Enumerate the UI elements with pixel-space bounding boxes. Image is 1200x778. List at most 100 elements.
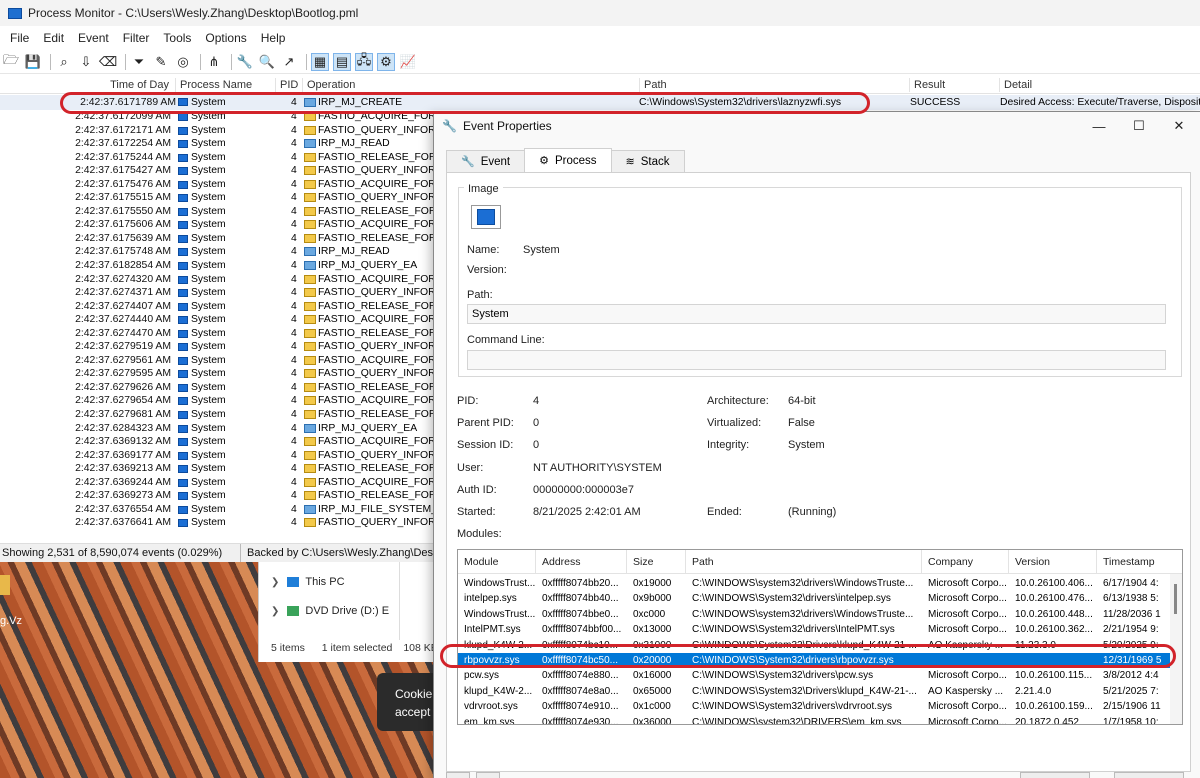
col-result[interactable]: Result xyxy=(910,78,1000,92)
mod-col-version[interactable]: Version xyxy=(1009,550,1097,574)
col-path[interactable]: Path xyxy=(640,78,910,92)
copy-all-button[interactable] xyxy=(1020,772,1090,778)
event-row[interactable]: 2:42:37.6274470 AM System 4 FASTIO_RELEASE_… xyxy=(0,327,433,341)
event-row[interactable]: 2:42:37.6175550 AM System 4 FASTIO_RELEASE_… xyxy=(0,205,433,219)
mod-col-size[interactable]: Size xyxy=(627,550,686,574)
menu-tools[interactable]: Tools xyxy=(156,31,198,45)
ok-button[interactable] xyxy=(1114,772,1184,778)
event-row[interactable]: 2:42:37.6172254 AM System 4 IRP_MJ_READ xyxy=(0,137,433,151)
nav-this-pc[interactable]: ❯ This PC xyxy=(271,576,345,588)
module-row[interactable]: IntelPMT.sys 0xfffff8074bbf00... 0x13000 C:… xyxy=(458,622,1172,637)
properties-icon[interactable]: 🔧 xyxy=(236,53,254,71)
event-row[interactable]: 2:42:37.6172171 AM System 4 FASTIO_QUERY_IN… xyxy=(0,124,433,138)
event-row[interactable]: 2:42:37.6175515 AM System 4 FASTIO_QUERY_IN… xyxy=(0,191,433,205)
event-row[interactable]: 2:42:37.6274371 AM System 4 FASTIO_QUERY_IN… xyxy=(0,286,433,300)
menu-filter[interactable]: Filter xyxy=(116,31,157,45)
event-row[interactable]: 2:42:37.6376641 AM System 4 FASTIO_QUERY_IN… xyxy=(0,516,433,528)
find-icon[interactable]: 🔍 xyxy=(258,53,276,71)
modules-scrollbar[interactable] xyxy=(1170,574,1182,724)
event-row[interactable]: 2:42:37.6279561 AM System 4 FASTIO_ACQUIRE_… xyxy=(0,354,433,368)
module-row[interactable]: WindowsTrust... 0xfffff8074bbe0... 0xc000 C… xyxy=(458,607,1172,622)
autoscroll-icon[interactable]: ⇩ xyxy=(77,53,95,71)
clear-icon[interactable]: ⌫ xyxy=(99,53,117,71)
event-row[interactable]: 2:42:37.6369273 AM System 4 FASTIO_RELEASE_… xyxy=(0,489,433,503)
save-icon[interactable]: 💾 xyxy=(24,53,42,71)
event-row[interactable]: 2:42:37.6274320 AM System 4 FASTIO_ACQUIRE_… xyxy=(0,273,433,287)
event-row[interactable]: 2:42:37.6279681 AM System 4 FASTIO_RELEASE_… xyxy=(0,408,433,422)
filter-icon[interactable]: ⏷ xyxy=(130,53,148,71)
event-row[interactable]: 2:42:37.6369213 AM System 4 FASTIO_RELEASE_… xyxy=(0,462,433,476)
command-line-field[interactable] xyxy=(467,350,1166,370)
col-detail[interactable]: Detail xyxy=(1000,78,1200,92)
capture-icon[interactable]: ⌕ xyxy=(55,53,73,71)
process-thread-icon[interactable]: ⚙ xyxy=(377,52,395,71)
event-list[interactable]: 2:42:37.6172099 AM System 4 FASTIO_ACQUIRE_… xyxy=(0,110,433,528)
chevron-right-icon[interactable]: ❯ xyxy=(271,577,279,588)
event-row[interactable]: 2:42:37.6175606 AM System 4 FASTIO_ACQUIRE_… xyxy=(0,218,433,232)
menu-edit[interactable]: Edit xyxy=(36,31,71,45)
event-row[interactable]: 2:42:37.6182854 AM System 4 IRP_MJ_QUERY_EA xyxy=(0,259,433,273)
maximize-button[interactable]: ☐ xyxy=(1129,117,1149,135)
event-row[interactable]: 2:42:37.6279654 AM System 4 FASTIO_ACQUIRE_… xyxy=(0,394,433,408)
modules-table[interactable]: Module Address Size Path Company Version… xyxy=(457,549,1183,725)
tab-process[interactable]: ⚙ Process xyxy=(524,148,612,172)
menu-file[interactable]: File xyxy=(3,31,36,45)
module-row[interactable]: vdrvroot.sys 0xfffff8074e910... 0x1c000 C:\… xyxy=(458,699,1172,714)
module-row[interactable]: WindowsTrust... 0xfffff8074bb20... 0x19000… xyxy=(458,576,1172,591)
menu-help[interactable]: Help xyxy=(254,31,293,45)
profiling-icon[interactable]: 📈 xyxy=(399,53,417,71)
filesystem-icon[interactable]: ▤ xyxy=(333,52,351,71)
open-icon[interactable]: 🗁 xyxy=(2,52,20,71)
mod-col-module[interactable]: Module xyxy=(458,550,536,574)
event-row[interactable]: 2:42:37.6274407 AM System 4 FASTIO_RELEASE_… xyxy=(0,300,433,314)
tree-icon[interactable]: ⋔ xyxy=(205,53,223,71)
event-row[interactable]: 2:42:37.6279595 AM System 4 FASTIO_QUERY_IN… xyxy=(0,367,433,381)
folder-icon[interactable] xyxy=(0,575,10,595)
event-row[interactable]: 2:42:37.6369132 AM System 4 FASTIO_ACQUIRE_… xyxy=(0,435,433,449)
desktop-file-label[interactable]: g.Vz xyxy=(0,615,22,627)
event-row[interactable]: 2:42:37.6376554 AM System 4 IRP_MJ_FILE_SYS… xyxy=(0,503,433,517)
event-row-selected[interactable]: 2:42:37.6171789 AM System 4 IRP_MJ_CREAT… xyxy=(0,95,1200,110)
col-pid[interactable]: PID xyxy=(276,78,303,92)
mod-col-path[interactable]: Path xyxy=(686,550,922,574)
event-row[interactable]: 2:42:37.6274440 AM System 4 FASTIO_ACQUIRE_… xyxy=(0,313,433,327)
menu-event[interactable]: Event xyxy=(71,31,116,45)
next-button[interactable] xyxy=(446,772,470,778)
highlight-icon[interactable]: ✎ xyxy=(152,53,170,71)
network-icon[interactable]: 🖧 xyxy=(355,52,373,71)
event-row[interactable]: 2:42:37.6279626 AM System 4 FASTIO_RELEASE_… xyxy=(0,381,433,395)
col-process-name[interactable]: Process Name xyxy=(176,78,276,92)
minimize-button[interactable]: — xyxy=(1089,117,1109,135)
event-row[interactable]: 2:42:37.6175427 AM System 4 FASTIO_QUERY_IN… xyxy=(0,164,433,178)
close-button[interactable]: ✕ xyxy=(1169,117,1189,135)
path-field[interactable]: System xyxy=(467,304,1166,324)
tab-stack[interactable]: ≋ Stack xyxy=(610,150,685,172)
scrollbar-thumb[interactable] xyxy=(1174,584,1177,614)
nav-dvd-drive[interactable]: ❯ DVD Drive (D:) E xyxy=(271,605,389,617)
event-row[interactable]: 2:42:37.6279519 AM System 4 FASTIO_QUERY_IN… xyxy=(0,340,433,354)
col-operation[interactable]: Operation xyxy=(303,78,640,92)
module-row[interactable]: klupd_K4W-2... 0xfffff8074bc10... 0x31000 C… xyxy=(458,638,1172,653)
target-icon[interactable]: ◎ xyxy=(174,53,192,71)
registry-icon[interactable]: ▦ xyxy=(311,52,329,71)
mod-col-address[interactable]: Address xyxy=(536,550,627,574)
module-row[interactable]: em_km.sys 0xfffff8074e930... 0x36000 C:\WIN… xyxy=(458,715,1172,724)
tab-event[interactable]: 🔧 Event xyxy=(446,150,526,172)
col-time[interactable]: Time of Day xyxy=(0,78,176,92)
event-row[interactable]: 2:42:37.6175476 AM System 4 FASTIO_ACQUIRE_… xyxy=(0,178,433,192)
menu-options[interactable]: Options xyxy=(198,31,253,45)
event-row[interactable]: 2:42:37.6369177 AM System 4 FASTIO_QUERY_IN… xyxy=(0,449,433,463)
module-row-selected[interactable]: rbpovvzr.sys 0xfffff8074bc50... 0x20000 C:\… xyxy=(458,653,1172,669)
jump-icon[interactable]: ↗ xyxy=(280,53,298,71)
chevron-right-icon[interactable]: ❯ xyxy=(271,606,279,617)
mod-col-timestamp[interactable]: Timestamp xyxy=(1097,550,1182,574)
prev-button[interactable] xyxy=(476,772,500,778)
module-row[interactable]: klupd_K4W-2... 0xfffff8074e8a0... 0x65000 C… xyxy=(458,684,1172,699)
event-row[interactable]: 2:42:37.6369244 AM System 4 FASTIO_ACQUIRE_… xyxy=(0,476,433,490)
mod-col-company[interactable]: Company xyxy=(922,550,1009,574)
event-row[interactable]: 2:42:37.6175244 AM System 4 FASTIO_RELEASE_… xyxy=(0,151,433,165)
module-row[interactable]: pcw.sys 0xfffff8074e880... 0x16000 C:\WINDO… xyxy=(458,668,1172,683)
module-row[interactable]: intelpep.sys 0xfffff8074bb40... 0x9b000 C:\… xyxy=(458,591,1172,606)
event-row[interactable]: 2:42:37.6172099 AM System 4 FASTIO_ACQUIRE_… xyxy=(0,110,433,124)
cookie-banner[interactable]: Cookie accept xyxy=(377,673,434,731)
